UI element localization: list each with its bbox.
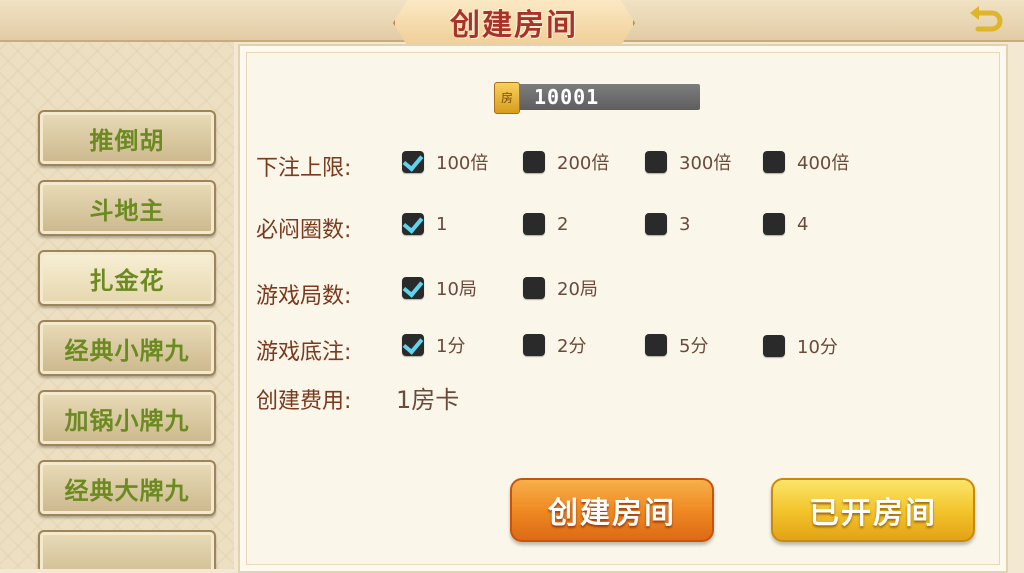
opened-rooms-label: 已开房间	[809, 496, 937, 531]
checkbox-checked-icon	[402, 334, 424, 356]
game-tab-doudizhu[interactable]: 斗地主	[38, 180, 216, 236]
checkbox-checked-icon	[402, 151, 424, 173]
base-bet-option-2[interactable]: 2分	[523, 332, 586, 358]
room-number-bar: 10001	[516, 84, 700, 110]
bet-limit-option-300[interactable]: 300倍	[645, 149, 731, 175]
bet-limit-label: 下注上限:	[256, 156, 352, 181]
title-plate: 创建房间	[393, 0, 635, 46]
cost-value: 1房卡	[396, 386, 460, 414]
cost-label: 创建费用:	[256, 389, 352, 414]
checkbox-icon	[763, 151, 785, 173]
checkbox-icon	[523, 151, 545, 173]
create-room-label: 创建房间	[548, 496, 676, 531]
game-tab-jiaguo-small-paigow[interactable]: 加锅小牌九	[38, 390, 216, 446]
bet-limit-option-100[interactable]: 100倍	[402, 149, 488, 175]
checkbox-icon	[763, 335, 785, 357]
game-tab-label: 经典小牌九	[64, 335, 190, 365]
base-bet-label: 游戏底注:	[256, 340, 352, 365]
checkbox-icon	[645, 213, 667, 235]
rounds-option-10[interactable]: 10局	[402, 275, 477, 301]
base-bet-option-10[interactable]: 10分	[763, 333, 838, 359]
game-tab-label: 推倒胡	[89, 125, 165, 155]
room-icon: 房	[494, 82, 520, 114]
game-tab-label: 经典大牌九	[64, 475, 190, 505]
room-number: 10001	[534, 85, 600, 109]
game-tab-label: 斗地主	[89, 195, 165, 225]
checkbox-icon	[523, 277, 545, 299]
checkbox-checked-icon	[402, 277, 424, 299]
game-sidebar: 推倒胡 斗地主 扎金花 经典小牌九 加锅小牌九 经典大牌九	[0, 42, 234, 569]
game-tab-label: 加锅小牌九	[64, 405, 190, 435]
checkbox-checked-icon	[402, 213, 424, 235]
game-tab-zhajinhua[interactable]: 扎金花	[38, 250, 216, 306]
must-stuffy-option-4[interactable]: 4	[763, 211, 808, 237]
rounds-label: 游戏局数:	[256, 284, 352, 309]
game-tab-tuidaohu[interactable]: 推倒胡	[38, 110, 216, 166]
create-room-button[interactable]: 创建房间	[510, 478, 714, 542]
rounds-option-20[interactable]: 20局	[523, 275, 598, 301]
checkbox-icon	[763, 213, 785, 235]
checkbox-icon	[645, 334, 667, 356]
page-title: 创建房间	[450, 8, 578, 43]
game-tab-classic-big-paigow[interactable]: 经典大牌九	[38, 460, 216, 516]
back-button[interactable]	[964, 2, 1006, 38]
room-id-display: 10001 房	[494, 82, 704, 114]
base-bet-option-5[interactable]: 5分	[645, 332, 708, 358]
game-tab-partial[interactable]	[38, 530, 216, 569]
checkbox-icon	[523, 334, 545, 356]
must-stuffy-option-1[interactable]: 1	[402, 211, 447, 237]
bet-limit-option-200[interactable]: 200倍	[523, 149, 609, 175]
game-tab-label: 扎金花	[89, 265, 165, 295]
must-stuffy-label: 必闷圈数:	[256, 218, 352, 243]
checkbox-icon	[523, 213, 545, 235]
bet-limit-option-400[interactable]: 400倍	[763, 149, 849, 175]
back-arrow-icon	[970, 6, 1003, 32]
must-stuffy-option-2[interactable]: 2	[523, 211, 568, 237]
opened-rooms-button[interactable]: 已开房间	[771, 478, 975, 542]
base-bet-option-1[interactable]: 1分	[402, 332, 465, 358]
must-stuffy-option-3[interactable]: 3	[645, 211, 690, 237]
checkbox-icon	[645, 151, 667, 173]
game-tab-classic-small-paigow[interactable]: 经典小牌九	[38, 320, 216, 376]
